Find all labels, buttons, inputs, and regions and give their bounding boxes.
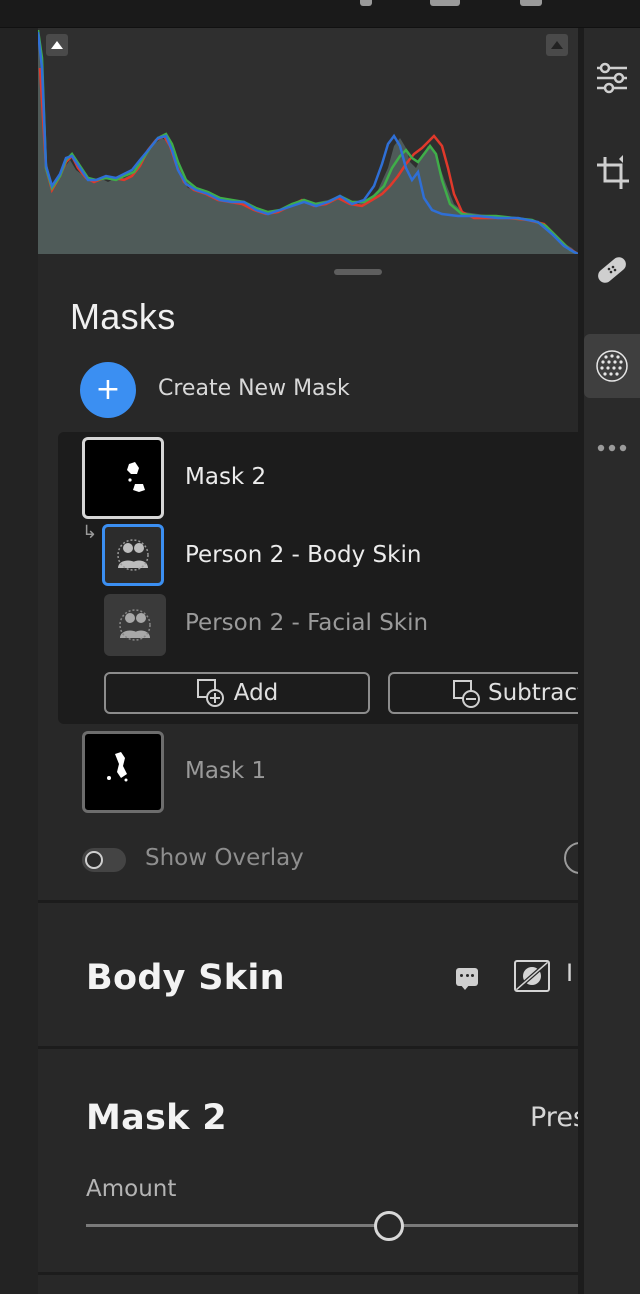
mask-2-preview bbox=[127, 462, 145, 492]
mask-1-preview bbox=[107, 752, 128, 782]
mask-settings-title: Mask 2 bbox=[86, 1098, 227, 1138]
triangle-up-icon bbox=[551, 41, 563, 49]
crop-rotate-icon[interactable] bbox=[584, 142, 640, 206]
crop-tool-glyph bbox=[597, 155, 629, 189]
mask-2-name[interactable]: Mask 2 bbox=[185, 464, 266, 490]
create-new-mask-label[interactable]: Create New Mask bbox=[158, 376, 350, 401]
invert-label[interactable]: I bbox=[566, 959, 573, 987]
subtract-button-label: Subtract bbox=[488, 680, 578, 706]
masks-title: Masks bbox=[70, 296, 176, 337]
top-bar-icon-stub bbox=[360, 0, 372, 6]
masks-panel: Masks + Create New Mask Mask 2 ↳ Person … bbox=[38, 28, 578, 1294]
component-title: Body Skin bbox=[86, 958, 285, 998]
masking-tool-glyph bbox=[596, 350, 628, 382]
component-label-facial-skin[interactable]: Person 2 - Facial Skin bbox=[185, 610, 428, 636]
triangle-up-icon bbox=[51, 41, 63, 49]
mask-1-name[interactable]: Mask 1 bbox=[185, 758, 266, 784]
component-label-body-skin[interactable]: Person 2 - Body Skin bbox=[185, 542, 421, 568]
plus-icon: + bbox=[95, 372, 121, 407]
show-overlay-label[interactable]: Show Overlay bbox=[145, 845, 304, 871]
comment-icon[interactable] bbox=[456, 968, 478, 990]
amount-slider-track[interactable] bbox=[86, 1224, 578, 1227]
toggle-knob bbox=[85, 851, 103, 869]
highlight-clipping-toggle[interactable] bbox=[546, 34, 568, 56]
panel-resize-handle[interactable] bbox=[334, 269, 382, 275]
people-icon bbox=[117, 539, 149, 571]
overlay-options-icon[interactable] bbox=[564, 842, 578, 874]
create-new-mask-button[interactable]: + bbox=[80, 362, 136, 418]
add-component-icon bbox=[196, 679, 224, 707]
adjust-sliders-icon[interactable] bbox=[584, 46, 640, 110]
preset-dropdown[interactable]: Pres bbox=[530, 1102, 578, 1133]
healing-bandage-icon[interactable] bbox=[584, 238, 640, 302]
subtract-component-icon bbox=[453, 680, 480, 708]
component-thumbnail-facial-skin[interactable] bbox=[104, 594, 166, 656]
edit-tool-glyph bbox=[597, 62, 627, 94]
histogram-luminance-fill bbox=[38, 38, 578, 254]
more-icon[interactable] bbox=[584, 416, 640, 480]
subtract-mask-component-button[interactable]: Subtract bbox=[388, 672, 578, 714]
subcomponent-arrow-icon: ↳ bbox=[82, 522, 98, 543]
people-icon bbox=[119, 609, 151, 641]
section-divider bbox=[38, 1272, 578, 1275]
top-bar-icon-stub bbox=[520, 0, 542, 6]
add-button-label: Add bbox=[233, 680, 279, 706]
invert-glyph bbox=[516, 962, 548, 990]
shadow-clipping-toggle[interactable] bbox=[46, 34, 68, 56]
section-divider bbox=[38, 900, 578, 903]
show-overlay-toggle[interactable] bbox=[82, 848, 126, 872]
component-thumbnail-body-skin[interactable] bbox=[102, 524, 164, 586]
histogram-graph bbox=[38, 29, 578, 256]
section-divider bbox=[38, 1046, 578, 1049]
tool-strip bbox=[584, 28, 640, 1294]
amount-slider-thumb[interactable] bbox=[374, 1211, 404, 1241]
more-glyph bbox=[597, 444, 627, 452]
invert-icon[interactable] bbox=[514, 960, 550, 992]
mask-2-thumbnail[interactable] bbox=[82, 437, 164, 519]
healing-tool-glyph bbox=[598, 257, 626, 283]
top-bar-icon-stub bbox=[430, 0, 460, 6]
image-canvas-edge bbox=[0, 28, 38, 1294]
histogram bbox=[38, 28, 578, 256]
amount-label: Amount bbox=[86, 1176, 177, 1202]
top-bar bbox=[0, 0, 640, 28]
add-mask-component-button[interactable]: Add bbox=[104, 672, 370, 714]
mask-1-thumbnail[interactable] bbox=[82, 731, 164, 813]
masking-icon[interactable] bbox=[584, 334, 640, 398]
